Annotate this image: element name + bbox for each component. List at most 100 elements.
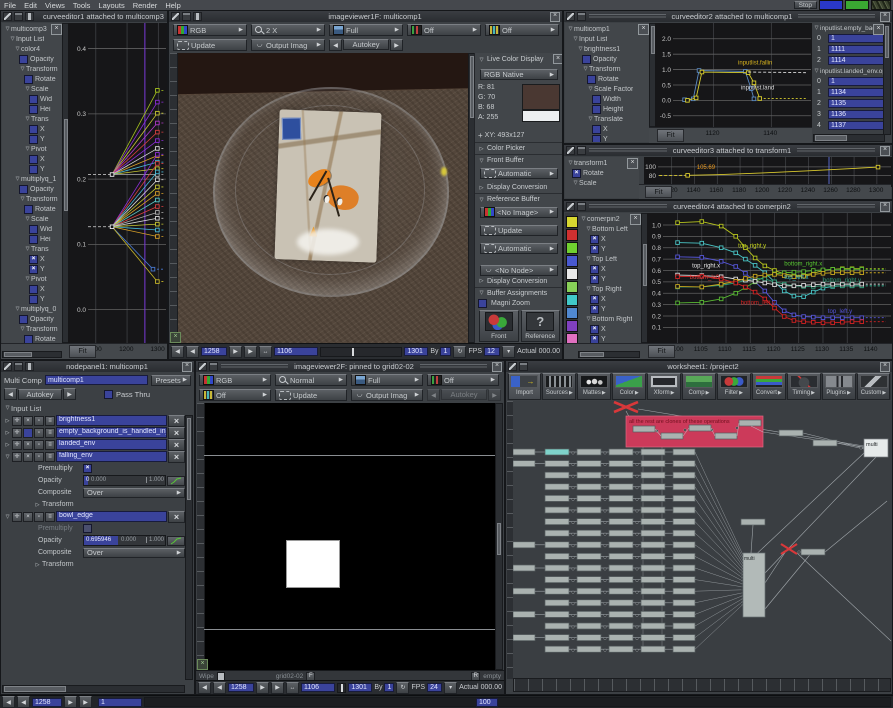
titlebar-grip[interactable] <box>420 364 487 369</box>
curve-visibility-checkbox[interactable]: × <box>590 325 599 334</box>
input-name-field[interactable]: bowl_edge <box>56 511 167 522</box>
key-value-field[interactable]: 1111 <box>828 45 885 54</box>
side-close-icon[interactable]: × <box>553 54 563 64</box>
expand-arrow-icon[interactable]: ▽ <box>585 286 592 292</box>
expand-arrow-icon[interactable]: ▷ <box>4 418 11 424</box>
color-picker-section[interactable]: ▷Color Picker <box>475 144 563 153</box>
input-list-row[interactable]: ▷✛▫≡empty_background_is_handled_in_fi× <box>4 427 185 438</box>
viewport-icon[interactable] <box>14 362 23 371</box>
key-row[interactable]: 31136 <box>813 109 885 120</box>
edit-icon[interactable] <box>508 362 517 371</box>
expand-arrow-icon[interactable]: ▽ <box>582 66 589 72</box>
composite-row[interactable]: CompositeOver▶ <box>4 487 185 498</box>
edit-icon[interactable] <box>566 12 575 21</box>
values-h-scrollbar[interactable] <box>813 134 885 142</box>
tree-item[interactable]: X <box>565 124 649 134</box>
key-row[interactable]: 11134 <box>813 87 885 98</box>
tree-item[interactable]: ▽brightness1 <box>565 44 649 54</box>
h-scrollbar[interactable] <box>2 351 62 358</box>
channel-select[interactable]: RGB▶ <box>199 374 271 386</box>
expand-arrow-icon[interactable]: ▽ <box>587 116 594 122</box>
order-icon[interactable]: ≡ <box>45 512 55 522</box>
expand-arrow-icon[interactable]: ▽ <box>567 160 574 166</box>
curve-visibility-checkbox[interactable]: × <box>590 275 599 284</box>
adjust-select[interactable]: Off▶ <box>427 374 499 386</box>
menu-tools[interactable]: Tools <box>69 1 95 10</box>
panel-titlebar[interactable]: curveeditor4 attached to comerpin2 × <box>564 201 892 212</box>
solo-icon[interactable]: ▫ <box>34 416 44 426</box>
composite-select[interactable]: Over▶ <box>83 488 185 498</box>
timeline-track[interactable] <box>337 683 346 693</box>
reference-image-select[interactable]: <No Image>▶ <box>480 207 558 218</box>
tree-item[interactable]: ▽Bottom Right <box>578 314 641 324</box>
reference-buffer-section[interactable]: ▽Reference Buffer <box>475 195 563 204</box>
expand-arrow-icon[interactable]: ▽ <box>585 256 592 262</box>
tree-item[interactable]: Rotate <box>2 334 62 343</box>
curve-visibility-checkbox[interactable] <box>29 225 38 234</box>
titlebar-grip[interactable] <box>589 14 666 19</box>
tab-menu-arrow-icon[interactable]: ▶ <box>778 390 782 396</box>
front-buffer-section[interactable]: ▽Front Buffer <box>475 156 563 165</box>
tab-menu-arrow-icon[interactable]: ▶ <box>635 390 639 396</box>
tree-item[interactable]: ▽Scale <box>565 178 639 188</box>
tree-item[interactable]: ▽multiplyq_0 <box>2 304 62 314</box>
reference-auto-select[interactable]: Automatic▶ <box>480 243 558 254</box>
curve-color-swatch[interactable] <box>566 307 578 319</box>
curve-visibility-checkbox[interactable] <box>587 75 596 84</box>
delete-input-button[interactable]: × <box>168 427 185 439</box>
delete-input-button[interactable]: × <box>168 415 185 427</box>
curve-visibility-checkbox[interactable] <box>29 155 38 164</box>
pan-icon[interactable]: × <box>170 332 181 343</box>
panel-titlebar[interactable]: curveeditor2 attached to multicomp1 × <box>564 11 892 22</box>
fit-button[interactable]: Fit <box>645 186 672 198</box>
values-close-icon[interactable]: × <box>873 24 884 35</box>
close-icon[interactable]: × <box>880 202 890 212</box>
resolution-select[interactable]: Full▶ <box>351 374 423 386</box>
zoom-select[interactable]: 2 X▶ <box>251 24 325 36</box>
fps-dropdown-icon[interactable]: ▾ <box>502 346 515 358</box>
buffer-assignments-section[interactable]: ▽Buffer Assignments <box>475 289 563 298</box>
close-icon[interactable]: × <box>880 362 890 372</box>
premultiply-row[interactable]: Premultiply <box>4 523 185 534</box>
curve-visibility-checkbox[interactable] <box>29 95 38 104</box>
curve-visibility-checkbox[interactable] <box>29 135 38 144</box>
panel-titlebar[interactable]: worksheet1: /project2 × <box>506 361 892 372</box>
menu-help[interactable]: Help <box>161 1 184 10</box>
viewport-icon[interactable] <box>519 362 528 371</box>
value-group-header[interactable]: ▽inputlist.landed_env.opacity <box>813 66 885 76</box>
tree-item[interactable]: X <box>2 124 62 134</box>
order-icon[interactable]: ≡ <box>45 440 55 450</box>
move-icon[interactable]: ✛ <box>12 416 22 426</box>
curve-color-swatch[interactable] <box>566 294 578 306</box>
expand-arrow-icon[interactable]: ▽ <box>577 46 584 52</box>
current-frame-field[interactable]: 1258 <box>228 683 254 692</box>
tab-sources[interactable]: Sources▶ <box>542 373 576 400</box>
tree-item[interactable]: Opacity <box>2 314 62 324</box>
curve-visibility-checkbox[interactable]: × <box>572 169 581 178</box>
premultiply-checkbox[interactable] <box>83 524 92 533</box>
fit-button[interactable]: Fit <box>648 345 675 358</box>
tree-close-icon[interactable]: × <box>638 24 649 35</box>
global-timeline[interactable] <box>144 697 891 707</box>
tab-mattes[interactable]: Mattes▶ <box>577 373 611 400</box>
expand-arrow-icon[interactable]: ▽ <box>9 36 16 42</box>
expand-arrow-icon[interactable]: ▽ <box>4 454 11 460</box>
transform-row[interactable]: ▷Transform <box>4 559 185 570</box>
green-color-swatch[interactable] <box>845 0 869 10</box>
tree-item[interactable]: ×Y <box>578 304 641 314</box>
curve-visibility-checkbox[interactable] <box>19 315 28 324</box>
autokey-prev-icon[interactable]: ◀ <box>4 388 17 400</box>
expand-arrow-icon[interactable]: ▽ <box>19 326 26 332</box>
edit-icon[interactable] <box>566 146 575 155</box>
key-row[interactable]: 21114 <box>813 55 885 66</box>
tree-item[interactable]: ▽Pivot <box>2 274 62 284</box>
titlebar-grip[interactable] <box>797 148 875 153</box>
panel-h-scrollbar[interactable] <box>2 685 185 693</box>
titlebar-grip[interactable] <box>798 14 875 19</box>
resolution-select[interactable]: Full▶ <box>329 24 403 36</box>
tree-item[interactable]: ▽color4 <box>2 44 62 54</box>
pan-icon[interactable]: × <box>197 659 208 670</box>
autokey-next-icon[interactable]: ▶ <box>63 388 76 400</box>
play-button[interactable]: ▶ <box>229 346 242 358</box>
range-end-field[interactable]: 1301 <box>404 347 428 356</box>
